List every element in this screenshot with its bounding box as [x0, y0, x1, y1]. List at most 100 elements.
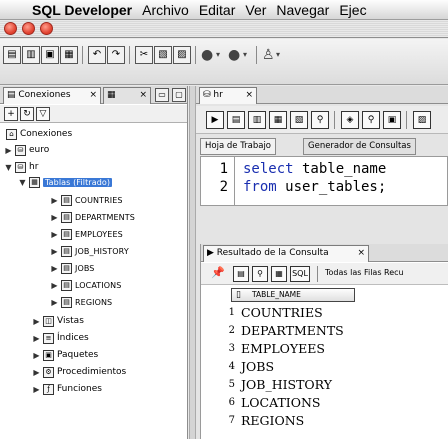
- tree-tables-node[interactable]: ▼ ▦ Tablas (Filtrado): [18, 175, 113, 189]
- tree-table-item[interactable]: ▶ ▤ LOCATIONS: [50, 278, 121, 292]
- tree-node-paquetes[interactable]: ▶ ▣ Paquetes: [32, 348, 98, 362]
- table-row[interactable]: 2 DEPARTMENTS: [201, 322, 448, 340]
- tree-root[interactable]: ⌂ Conexiones: [4, 127, 72, 141]
- close-icon[interactable]: ×: [139, 88, 147, 103]
- minimize-panel-icon[interactable]: ▭: [155, 88, 169, 102]
- expand-arrow-icon[interactable]: ▶: [50, 298, 59, 307]
- tree-node-procedimientos[interactable]: ▶ ⚙ Procedimientos: [32, 365, 126, 379]
- expand-arrow-icon[interactable]: ▶: [32, 368, 41, 377]
- undo-icon[interactable]: ↶: [88, 46, 106, 64]
- run-statement-icon[interactable]: ▶: [206, 111, 224, 129]
- table-row[interactable]: 3 EMPLOYEES: [201, 340, 448, 358]
- table-row[interactable]: 7 REGIONS: [201, 412, 448, 430]
- tree-connection-euro[interactable]: ▶ ⛁ euro: [4, 143, 49, 157]
- run-script-icon[interactable]: ▤: [227, 111, 245, 129]
- save-icon[interactable]: ▣: [41, 46, 59, 64]
- tab-conexiones[interactable]: ▤ Conexiones ×: [3, 87, 101, 104]
- tree-connection-hr[interactable]: ▼ ⛁ hr: [4, 160, 38, 174]
- expand-arrow-icon[interactable]: ▶: [50, 264, 59, 273]
- sql-worksheet-icon[interactable]: ♙: [262, 46, 275, 64]
- column-header-table-name[interactable]: ▯ TABLE_NAME: [231, 288, 355, 302]
- close-icon[interactable]: ×: [89, 88, 97, 103]
- sql-worksheet-dropdown-icon[interactable]: ▾: [276, 46, 280, 64]
- forward-icon[interactable]: ●: [228, 46, 240, 64]
- autotrace-icon[interactable]: ⚲: [311, 111, 329, 129]
- expand-arrow-icon[interactable]: ▶: [32, 317, 41, 326]
- expand-arrow-icon[interactable]: ▶: [32, 385, 41, 394]
- minimize-window-button[interactable]: [22, 22, 35, 35]
- collapse-arrow-icon[interactable]: ▼: [18, 178, 27, 187]
- expand-arrow-icon[interactable]: ▶: [32, 334, 41, 343]
- menu-editar[interactable]: Editar: [194, 0, 241, 19]
- export-icon[interactable]: ▤: [233, 266, 249, 282]
- refresh-icon[interactable]: ↻: [20, 107, 34, 121]
- zoom-window-button[interactable]: [40, 22, 53, 35]
- tree-node-vistas[interactable]: ▶ ◫ Vistas: [32, 314, 84, 328]
- table-row[interactable]: 6 LOCATIONS: [201, 394, 448, 412]
- expand-arrow-icon[interactable]: ▶: [50, 213, 59, 222]
- sql-button[interactable]: SQL: [290, 266, 310, 282]
- tab-hr-worksheet[interactable]: ⛁ hr ×: [199, 87, 257, 104]
- menu-ejecutar[interactable]: Ejec: [334, 0, 371, 19]
- tree-table-item[interactable]: ▶ ▤ JOBS: [50, 261, 94, 275]
- connections-tab-icon: ▤: [7, 90, 16, 100]
- tree-table-item[interactable]: ▶ ▤ EMPLOYEES: [50, 227, 123, 241]
- new-file-icon[interactable]: ▤: [3, 46, 21, 64]
- expand-arrow-icon[interactable]: ▶: [50, 230, 59, 239]
- sql-history-icon[interactable]: ⚲: [362, 111, 380, 129]
- refresh-result-icon[interactable]: ⚲: [252, 266, 268, 282]
- redo-icon[interactable]: ↷: [107, 46, 125, 64]
- expand-arrow-icon[interactable]: ▶: [50, 247, 59, 256]
- tab-hoja-de-trabajo[interactable]: Hoja de Trabajo: [200, 138, 277, 155]
- back-icon[interactable]: ●: [201, 46, 213, 64]
- clear-icon[interactable]: ◈: [341, 111, 359, 129]
- tree-table-item[interactable]: ▶ ▤ COUNTRIES: [50, 193, 123, 207]
- explain-plan-icon[interactable]: ▧: [290, 111, 308, 129]
- unshared-worksheet-icon[interactable]: ▣: [383, 111, 401, 129]
- data-grid-icon[interactable]: ▦: [271, 266, 287, 282]
- tree-table-item[interactable]: ▶ ▤ REGIONS: [50, 295, 112, 309]
- save-all-icon[interactable]: ▦: [60, 46, 78, 64]
- collapse-arrow-icon[interactable]: ▼: [4, 163, 13, 172]
- table-row[interactable]: 1 COUNTRIES: [201, 304, 448, 322]
- tree-node-indices[interactable]: ▶ ≡ Índices: [32, 331, 89, 345]
- maximize-panel-icon[interactable]: ▢: [172, 88, 186, 102]
- expand-arrow-icon[interactable]: ▶: [32, 351, 41, 360]
- expand-arrow-icon[interactable]: ▶: [50, 196, 59, 205]
- cut-icon[interactable]: ✂: [135, 46, 153, 64]
- sql-editor[interactable]: 1 2 select table_name from user_tables;: [200, 156, 448, 206]
- rollback-icon[interactable]: ▦: [269, 111, 287, 129]
- add-connection-icon[interactable]: +: [4, 107, 18, 121]
- table-row[interactable]: 5 JOB_HISTORY: [201, 376, 448, 394]
- menu-navegar[interactable]: Navegar: [271, 0, 334, 19]
- expand-arrow-icon[interactable]: ▶: [4, 146, 13, 155]
- close-icon[interactable]: ×: [245, 88, 253, 103]
- tree-table-item[interactable]: ▶ ▤ JOB_HISTORY: [50, 244, 129, 258]
- menu-app-name[interactable]: SQL Developer: [30, 0, 137, 19]
- pane-splitter[interactable]: [189, 86, 196, 439]
- filter-icon[interactable]: ▽: [36, 107, 50, 121]
- format-icon[interactable]: ▨: [413, 111, 431, 129]
- code-line[interactable]: select table_name: [243, 161, 386, 177]
- close-window-button[interactable]: [4, 22, 17, 35]
- tab-resultado-consulta[interactable]: ▶ Resultado de la Consulta ×: [203, 245, 369, 262]
- tree-node-funciones[interactable]: ▶ ƒ Funciones: [32, 382, 102, 396]
- code-line[interactable]: from user_tables;: [243, 179, 386, 195]
- row-number: 4: [228, 361, 235, 372]
- tree-table-item[interactable]: ▶ ▤ DEPARTMENTS: [50, 210, 135, 224]
- paste-icon[interactable]: ▨: [173, 46, 191, 64]
- tab-generador-de-consultas[interactable]: Generador de Consultas: [303, 138, 416, 155]
- back-dropdown-icon[interactable]: ▾: [216, 46, 220, 64]
- menu-archivo[interactable]: Archivo: [137, 0, 194, 19]
- menu-ver[interactable]: Ver: [240, 0, 271, 19]
- forward-dropdown-icon[interactable]: ▾: [243, 46, 247, 64]
- table-row[interactable]: 4 JOBS: [201, 358, 448, 376]
- open-file-icon[interactable]: ▥: [22, 46, 40, 64]
- tab-conexiones-label: Conexiones: [18, 90, 71, 100]
- expand-arrow-icon[interactable]: ▶: [50, 281, 59, 290]
- pin-icon[interactable]: 📌: [211, 266, 225, 279]
- tab-reports[interactable]: ▦ ×: [103, 87, 151, 104]
- copy-icon[interactable]: ▧: [154, 46, 172, 64]
- commit-icon[interactable]: ▥: [248, 111, 266, 129]
- close-icon[interactable]: ×: [357, 246, 365, 261]
